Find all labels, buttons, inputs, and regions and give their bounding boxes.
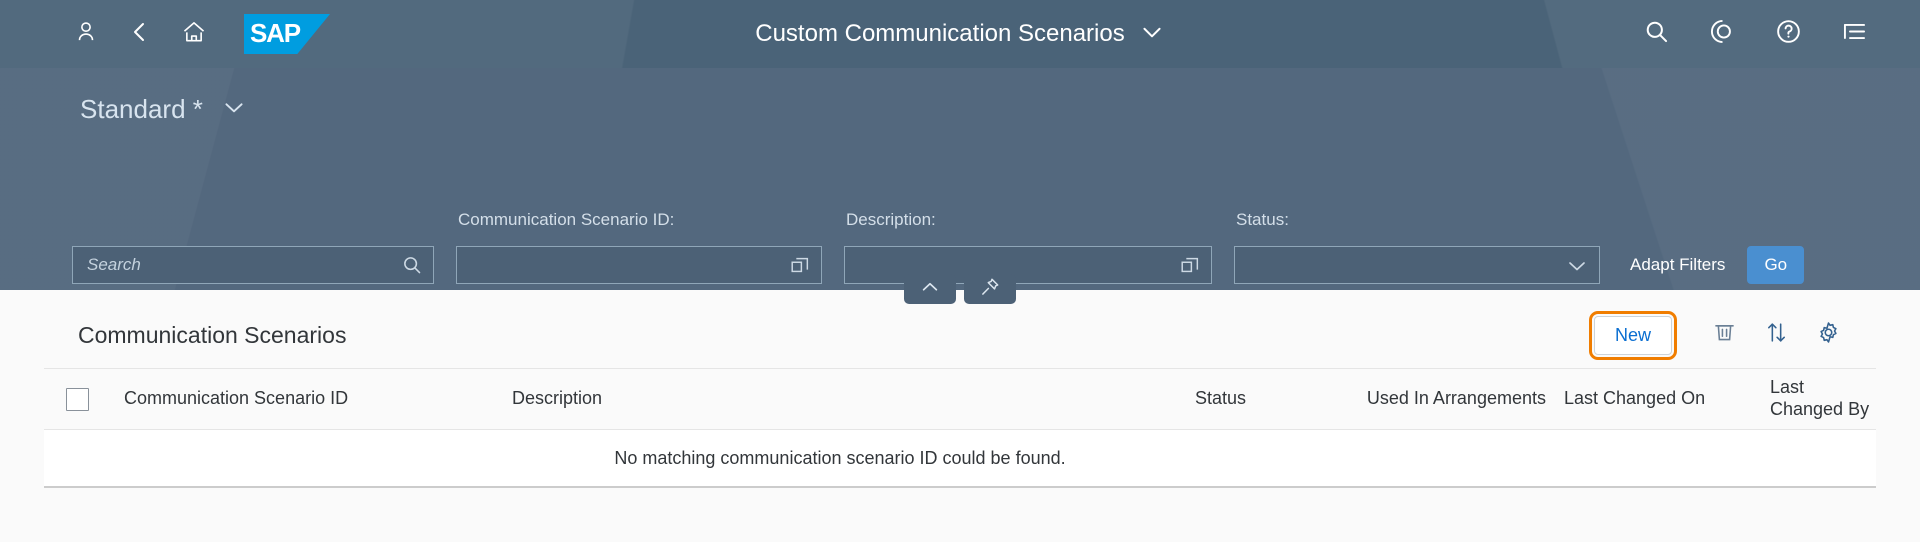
home-icon <box>181 19 207 50</box>
sap-logo[interactable]: SAP <box>244 14 330 54</box>
variant-selector[interactable]: Standard * <box>70 90 257 129</box>
filter-bar: Standard * Communicatio <box>0 68 1920 304</box>
gear-icon <box>1816 320 1841 350</box>
chevron-up-icon <box>919 276 941 303</box>
search-icon <box>1643 18 1670 50</box>
search-button[interactable] <box>1634 12 1678 56</box>
scenario-id-input[interactable] <box>471 255 783 275</box>
menu-button[interactable] <box>1832 12 1876 56</box>
filter-label-status: Status: <box>1236 210 1289 229</box>
trash-icon <box>1712 320 1737 350</box>
back-button[interactable] <box>118 12 162 56</box>
copilot-button[interactable] <box>1700 12 1744 56</box>
search-input[interactable] <box>87 255 395 275</box>
collapse-filter-bar-button[interactable] <box>904 274 956 304</box>
sort-icon <box>1764 320 1789 350</box>
variant-row: Standard * <box>0 68 1920 129</box>
table-empty-row: No matching communication scenario ID co… <box>44 430 1876 486</box>
status-input[interactable] <box>1249 255 1559 275</box>
select-all-cell <box>66 387 124 411</box>
app-title-button[interactable]: Custom Communication Scenarios <box>743 13 1176 56</box>
new-button[interactable]: New <box>1588 310 1678 360</box>
shell-header: SAP Custom Communication Scenarios <box>0 0 1920 68</box>
user-button[interactable] <box>64 12 108 56</box>
variant-label: Standard * <box>80 94 203 124</box>
select-all-checkbox[interactable] <box>66 387 89 411</box>
communication-scenarios-table: Communication Scenarios New Communicatio… <box>44 302 1876 488</box>
shell-header-left: SAP <box>0 12 330 56</box>
user-icon <box>73 19 99 50</box>
shell-header-right <box>1634 0 1876 68</box>
sort-button[interactable] <box>1754 313 1798 357</box>
column-header-status[interactable]: Status <box>1124 388 1246 410</box>
value-help-icon[interactable] <box>1179 254 1201 276</box>
table-header-row: Communication Scenario ID Description St… <box>44 368 1876 430</box>
search-icon[interactable] <box>401 254 423 276</box>
back-chevron-icon <box>128 20 152 49</box>
filter-bar-tools <box>0 274 1920 304</box>
column-header-last-changed-on[interactable]: Last Changed On <box>1546 388 1734 410</box>
menu-icon <box>1841 18 1868 50</box>
column-header-scenario-id[interactable]: Communication Scenario ID <box>124 388 512 410</box>
content-area: Communication Scenarios New Communicatio… <box>0 302 1920 542</box>
help-button[interactable] <box>1766 12 1810 56</box>
value-help-icon[interactable] <box>789 254 811 276</box>
filter-label-scenario-id: Communication Scenario ID: <box>458 210 675 229</box>
column-header-description[interactable]: Description <box>512 388 1124 410</box>
sap-logo-text: SAP <box>250 17 301 48</box>
chevron-down-icon <box>221 94 247 125</box>
home-button[interactable] <box>172 12 216 56</box>
table-title: Communication Scenarios <box>78 321 347 348</box>
filter-label-description: Description: <box>846 210 936 229</box>
table-empty-message: No matching communication scenario ID co… <box>614 447 1066 468</box>
column-header-used-in-arrangements[interactable]: Used In Arrangements <box>1246 388 1546 410</box>
chevron-down-icon <box>1139 19 1165 50</box>
help-icon <box>1775 18 1802 50</box>
page-title: Custom Communication Scenarios <box>755 20 1125 47</box>
pin-filter-bar-button[interactable] <box>964 274 1016 304</box>
copilot-icon <box>1709 18 1736 50</box>
delete-button[interactable] <box>1702 313 1746 357</box>
pin-icon <box>979 276 1001 303</box>
description-input[interactable] <box>859 255 1173 275</box>
column-header-last-changed-by[interactable]: Last Changed By <box>1734 377 1876 421</box>
settings-button[interactable] <box>1806 313 1850 357</box>
table-toolbar: Communication Scenarios New <box>44 302 1876 368</box>
